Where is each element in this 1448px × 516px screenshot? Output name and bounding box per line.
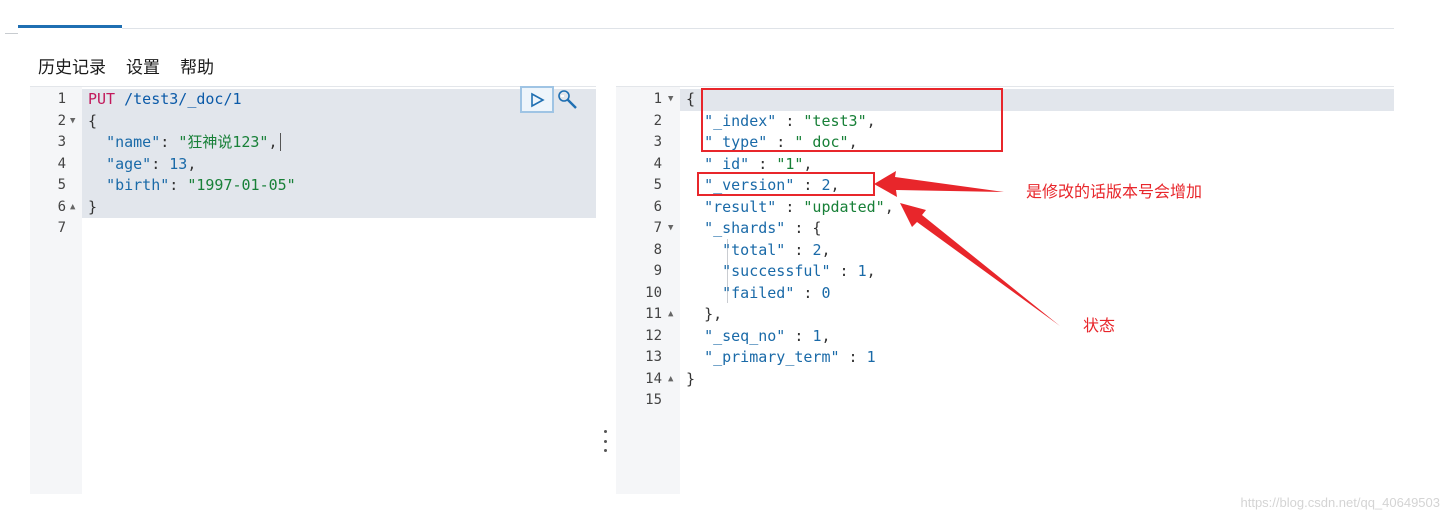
- watermark: https://blog.csdn.net/qq_40649503: [1240, 495, 1441, 510]
- version-annotation: 是修改的话版本号会增加: [1026, 182, 1203, 201]
- status-annotation: 状态: [1083, 316, 1116, 335]
- arrow-to-result: [900, 203, 1060, 326]
- annotation-arrows: [874, 171, 1060, 326]
- arrow-to-version: [874, 171, 1004, 197]
